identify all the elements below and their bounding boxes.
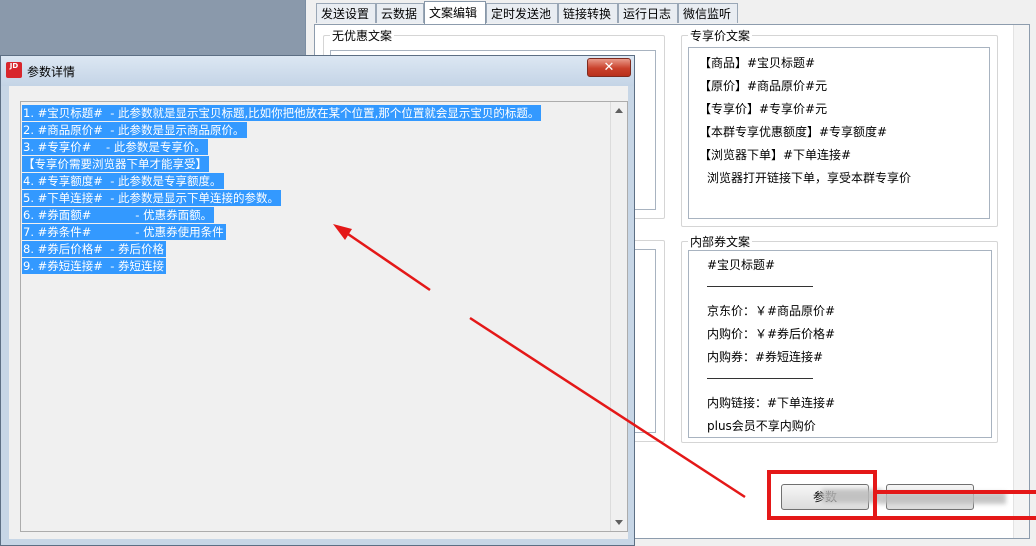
internal-textbox[interactable]: #宝贝标题# 京东价：￥#商品原价# 内购价：￥#券后价格# 内购券：#券短连接…: [688, 250, 992, 438]
internal-line: 内购链接：#下单连接#: [707, 396, 836, 410]
panel-scrollbar[interactable]: [1013, 25, 1029, 538]
internal-line: plus会员不享内购价: [707, 419, 816, 433]
exclusive-group: 专享价文案 【商品】#宝贝标题# 【原价】#商品原价#元 【专享价】#专享价#元…: [681, 27, 998, 227]
close-button[interactable]: ✕: [587, 58, 631, 77]
dialog-scrollbar[interactable]: [610, 102, 627, 531]
exclusive-line: 【本群专享优惠额度】#专享额度#: [699, 125, 888, 139]
internal-line: 京东价：￥#商品原价#: [707, 304, 836, 318]
dialog-title: 参数详情: [27, 65, 76, 79]
tab-cloud-data[interactable]: 云数据: [376, 3, 424, 23]
exclusive-line: 【浏览器下单】#下单连接#: [699, 148, 852, 162]
separator: [707, 286, 813, 287]
internal-line: 内购价：￥#券后价格#: [707, 327, 836, 341]
dialog-body: 1. #宝贝标题# - 此参数就是显示宝贝标题,比如你把他放在某个位置,那个位置…: [9, 86, 628, 539]
dialog-titlebar[interactable]: JD 参数详情 ✕: [1, 56, 634, 86]
param-line: 7. #券条件# - 优惠券使用条件: [22, 224, 226, 240]
internal-line: 内购券：#券短连接#: [707, 350, 824, 364]
highlight-box: [767, 470, 877, 520]
jd-app-icon: JD: [6, 62, 22, 78]
tab-wechat-monitor[interactable]: 微信监听: [678, 3, 738, 23]
scroll-up-icon[interactable]: [615, 108, 623, 113]
param-line: 2. #商品原价# - 此参数是显示商品原价。: [22, 122, 247, 138]
params-textarea[interactable]: 1. #宝贝标题# - 此参数就是显示宝贝标题,比如你把他放在某个位置,那个位置…: [20, 101, 628, 532]
exclusive-line: 【商品】#宝贝标题#: [699, 56, 816, 70]
param-line: 3. #专享价# - 此参数是专享价。: [22, 139, 208, 155]
exclusive-line: 【专享价】#专享价#元: [699, 102, 828, 116]
scroll-down-icon[interactable]: [615, 520, 623, 525]
separator: [707, 378, 813, 379]
tab-copy-edit[interactable]: 文案编辑: [424, 1, 486, 24]
no-discount-title: 无优惠文案: [330, 27, 395, 44]
highlight-box-extension: [877, 490, 1036, 520]
internal-line: #宝贝标题#: [707, 258, 776, 272]
params-dialog: JD 参数详情 ✕ 1. #宝贝标题# - 此参数就是显示宝贝标题,比如你把他放…: [0, 55, 635, 546]
exclusive-line: 浏览器打开链接下单，享受本群专享价: [707, 171, 912, 185]
exclusive-textbox[interactable]: 【商品】#宝贝标题# 【原价】#商品原价#元 【专享价】#专享价#元 【本群专享…: [688, 47, 990, 219]
param-line: 6. #券面额# - 优惠券面额。: [22, 207, 215, 223]
param-line: 9. #券短连接# - 券短连接: [22, 258, 167, 274]
internal-title: 内部券文案: [688, 233, 753, 250]
tab-scheduled-pool[interactable]: 定时发送池: [486, 3, 558, 23]
param-line: 【专享价需要浏览器下单才能享受】: [22, 156, 209, 172]
param-line: 8. #券后价格# - 券后价格: [22, 241, 167, 257]
exclusive-line: 【原价】#商品原价#元: [699, 79, 828, 93]
internal-group: 内部券文案 #宝贝标题# 京东价：￥#商品原价# 内购价：￥#券后价格# 内购券…: [681, 233, 998, 443]
param-line: 4. #专享额度# - 此参数是专享额度。: [22, 173, 224, 189]
exclusive-title: 专享价文案: [688, 27, 753, 44]
tab-run-log[interactable]: 运行日志: [618, 3, 678, 23]
param-line: 5. #下单连接# - 此参数是显示下单连接的参数。: [22, 190, 282, 206]
tab-send-settings[interactable]: 发送设置: [316, 3, 376, 23]
param-line: 1. #宝贝标题# - 此参数就是显示宝贝标题,比如你把他放在某个位置,那个位置…: [22, 105, 542, 121]
tab-link-convert[interactable]: 链接转换: [558, 3, 618, 23]
